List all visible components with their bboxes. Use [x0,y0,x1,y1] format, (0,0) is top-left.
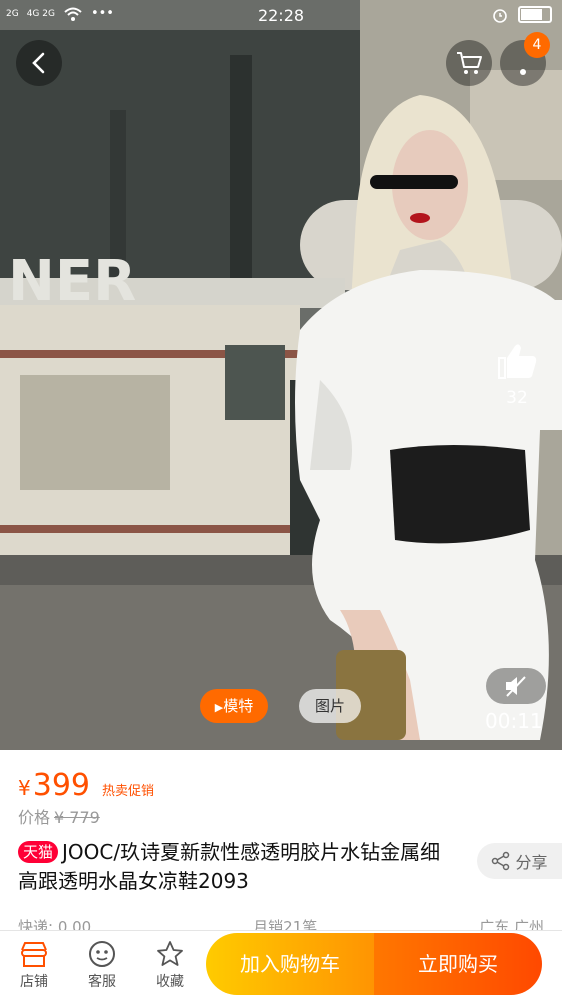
favorite-button[interactable]: 收藏 [140,937,200,991]
more-dots-icon [520,69,526,75]
customer-service-icon [89,941,115,967]
shop-button[interactable]: 店铺 [4,937,64,991]
thumbs-up-icon [498,344,537,379]
favorite-label: 收藏 [156,974,184,990]
tab-photo[interactable]: 图片 [299,689,361,723]
promo-tag: 热卖促销 [102,784,155,799]
share-button[interactable]: 分享 [477,843,562,879]
mute-button[interactable] [486,668,546,704]
shipping-row: 快递: 0.00 月销21笔 广东 广州 [18,916,544,930]
product-title: JOOC/玖诗夏新款性感透明胶片水钻金属细高跟透明水晶女凉鞋2093 [18,840,441,893]
share-icon [492,851,510,871]
ship-from: 广东 广州 [479,918,544,930]
status-bar: 2G 4G 2G ••• 22:28 [0,0,562,30]
customer-service-button[interactable]: 客服 [72,937,132,991]
shipping-fee: 快递: 0.00 [18,918,92,930]
speaker-muted-icon [506,676,526,697]
product-video-frame: NER [0,0,562,750]
more-button[interactable]: 4 [500,32,550,86]
current-price: 399 [32,768,90,803]
service-label: 客服 [88,974,116,990]
tmall-badge: 天猫 [18,841,59,863]
buy-now-label: 立即购买 [418,952,498,976]
product-title-block: 天猫 JOOC/玖诗夏新款性感透明胶片水钻金属细高跟透明水晶女凉鞋2093 [18,838,458,896]
monthly-sales: 月销21笔 [253,918,318,930]
add-to-cart-button[interactable]: 加入购物车 [206,933,374,995]
currency-symbol: ¥ [18,776,31,800]
tab-photo-label: 图片 [314,697,345,715]
product-info: ¥ 399 热卖促销 价格 ¥ 779 天猫 JOOC/玖诗夏新款性感透明胶片水钻金… [0,750,562,930]
play-icon: ▶ [214,701,224,714]
add-to-cart-label: 加入购物车 [240,952,340,976]
buy-now-button[interactable]: 立即购买 [374,933,542,995]
shop-label: 店铺 [20,974,48,990]
like-count: 32 [506,388,528,408]
alarm-icon [493,8,507,23]
product-video[interactable]: NER [0,0,562,750]
shop-icon [21,942,47,967]
original-price-row: 价格 ¥ 779 [18,804,100,828]
price-row: ¥ 399 热卖促销 [18,768,154,803]
share-label: 分享 [515,853,548,872]
like-button[interactable]: 32 [490,340,544,408]
cart-badge: 4 [524,32,550,58]
cart-button[interactable] [446,40,492,86]
battery-icon [518,6,552,23]
original-price: ¥ 779 [54,808,100,827]
svg-text:NER: NER [8,249,136,314]
shopping-cart-icon [457,52,482,74]
tab-model[interactable]: ▶模特 [200,689,268,723]
star-icon [157,941,183,966]
status-right [492,6,552,23]
back-arrow-icon [32,52,45,74]
back-button[interactable] [16,40,62,86]
video-time: 00:11 [485,709,543,733]
status-time: 22:28 [257,6,305,25]
bottom-action-bar: 店铺 客服 收藏 加入购物车 立即购买 [0,930,562,1001]
original-price-label: 价格 [18,808,51,827]
tab-model-label: 模特 [223,697,254,715]
